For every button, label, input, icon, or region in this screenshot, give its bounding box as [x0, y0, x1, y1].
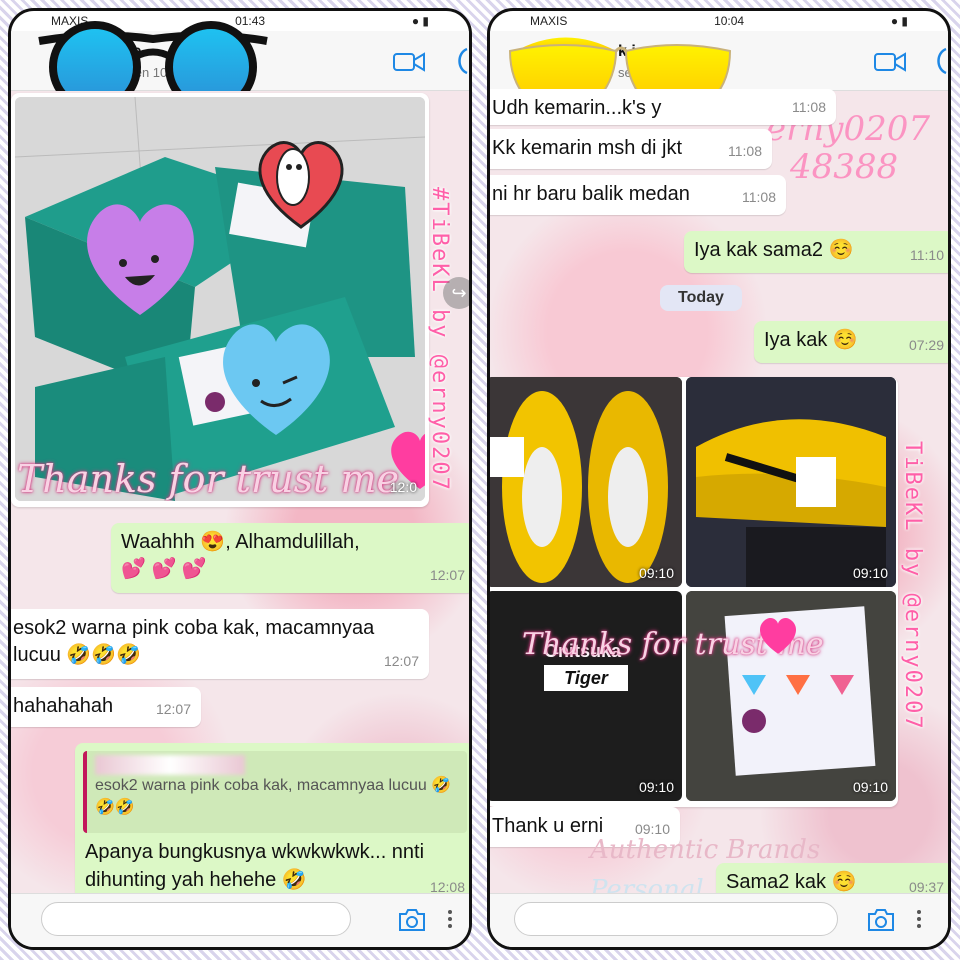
left-chat-screenshot: MAXIS 01:43 ● ▮ De seen 10:35 — [8, 8, 472, 950]
forward-button[interactable]: ↪ — [443, 277, 469, 309]
message-bubble-outgoing[interactable]: Iya kak sama2 ☺️ 11:10 — [684, 231, 948, 273]
message-time: 12:07 — [429, 567, 465, 583]
video-call-icon[interactable] — [393, 51, 425, 73]
shoe-photo-1[interactable]: 09:10 — [490, 377, 682, 587]
package-photo[interactable]: Thanks for trust me 12:0 — [15, 97, 425, 501]
battery-icon: ● ▮ — [411, 14, 429, 28]
phone-call-icon[interactable] — [934, 47, 948, 75]
message-time: 12:07 — [155, 701, 191, 717]
vertical-watermark: TiBeKL by @erny0207 — [900, 441, 925, 731]
message-time: 07:29 — [908, 337, 944, 353]
message-text: lucuu 🤣🤣🤣 — [13, 644, 142, 666]
shoe-photo-2[interactable]: 09:10 — [686, 377, 896, 587]
chat-background: erny0207 48388 Udh kemarin...k's y 11:08… — [490, 89, 948, 905]
input-bar — [11, 893, 469, 947]
message-bubble-outgoing[interactable]: Iya kak ☺️ 07:29 — [754, 321, 948, 363]
message-text: ni hr baru balik medan — [492, 183, 690, 205]
message-text: Iya kak ☺️ — [764, 329, 858, 351]
yellow-shoes-top-image — [490, 377, 682, 587]
input-bar — [490, 893, 948, 947]
quoted-author-redacted — [95, 755, 245, 775]
phone-call-icon[interactable] — [455, 47, 469, 75]
blue-heart-sticker — [223, 324, 330, 435]
yellow-shoes-side-image — [686, 377, 896, 587]
pink-heart-sticker — [759, 617, 797, 654]
watermark-number: 48388 — [790, 147, 899, 187]
message-text: Apanya bungkusnya wkwkwkwk... nnti — [85, 841, 425, 863]
shoe-photo-3[interactable]: Onitsuka Tiger 09:10 — [490, 591, 682, 801]
message-text: Iya kak sama2 ☺️ — [694, 239, 854, 261]
message-input[interactable] — [514, 902, 838, 936]
message-text: Kk kemarin msh di jkt — [492, 137, 683, 159]
photo-timestamp: 09:10 — [638, 779, 674, 795]
red-heart-sticker — [258, 141, 344, 229]
message-bubble-incoming[interactable]: ni hr baru balik medan 11:08 — [490, 175, 786, 215]
brand-watermark-line1: Authentic Brands — [590, 835, 821, 865]
more-icon[interactable] — [916, 908, 922, 930]
quoted-text: esok2 warna pink coba kak, macamnyaa luc… — [95, 777, 452, 816]
photo-timestamp: 09:10 — [852, 779, 888, 795]
purple-heart-sticker — [87, 204, 194, 315]
message-text: hahahahah — [13, 695, 114, 717]
message-text: esok2 warna pink coba kak, macamnyaa — [13, 617, 375, 639]
message-text: 💕 💕 💕 — [121, 558, 207, 580]
photo-timestamp: 12:0 — [389, 479, 417, 495]
message-text: dihunting yah hehehe 🤣 — [85, 869, 307, 891]
message-time: 11:08 — [792, 99, 826, 115]
message-text: Thank u erni — [492, 815, 604, 837]
message-bubble-incoming[interactable]: Kk kemarin msh di jkt 11:08 — [490, 129, 772, 169]
message-time: 11:08 — [728, 143, 762, 159]
message-text: Udh kemarin...k's y — [492, 97, 662, 119]
quoted-message[interactable]: esok2 warna pink coba kak, macamnyaa luc… — [83, 751, 467, 833]
message-time: 12:07 — [383, 653, 419, 669]
thanks-overlay-text: Thanks for trust me — [17, 457, 400, 501]
video-call-icon[interactable] — [874, 51, 906, 73]
camera-icon[interactable] — [397, 908, 427, 932]
battery-icon: ● ▮ — [890, 14, 908, 28]
message-input[interactable] — [41, 902, 351, 936]
shoebox-logo-label: Tiger — [544, 665, 628, 691]
camera-icon[interactable] — [866, 908, 896, 932]
right-chat-screenshot: MAXIS 10:04 ● ▮ k i seen 10:11 erny0207 … — [487, 8, 951, 950]
message-bubble-incoming[interactable]: esok2 warna pink coba kak, macamnyaa luc… — [11, 609, 429, 679]
message-text: Sama2 kak ☺️ — [726, 871, 857, 893]
more-icon[interactable] — [447, 908, 453, 930]
vertical-watermark: #TiBeKL by @erny0207 — [427, 187, 452, 492]
message-bubble-incoming[interactable]: hahahahah 12:07 — [11, 687, 201, 727]
photo-message[interactable]: Thanks for trust me 12:0 — [11, 93, 429, 507]
reply-message-bubble[interactable]: esok2 warna pink coba kak, macamnyaa luc… — [75, 743, 469, 905]
photo-timestamp: 09:10 — [638, 565, 674, 581]
photo-album-message[interactable]: 09:10 09:10 Onitsuka Tiger 09:10 09:10 T… — [490, 377, 898, 807]
message-time: 11:10 — [910, 247, 944, 263]
date-separator: Today — [660, 285, 742, 311]
message-time: 11:08 — [742, 189, 776, 205]
message-bubble-incoming[interactable]: Udh kemarin...k's y 11:08 — [490, 89, 836, 125]
message-text: Waahhh 😍, Alhamdulillah, — [121, 531, 360, 553]
message-bubble-outgoing[interactable]: Waahhh 😍, Alhamdulillah, 💕 💕 💕 12:07 — [111, 523, 469, 593]
chat-background: Thanks for trust me 12:0 #TiBeKL by @ern… — [11, 91, 469, 905]
photo-timestamp: 09:10 — [852, 565, 888, 581]
